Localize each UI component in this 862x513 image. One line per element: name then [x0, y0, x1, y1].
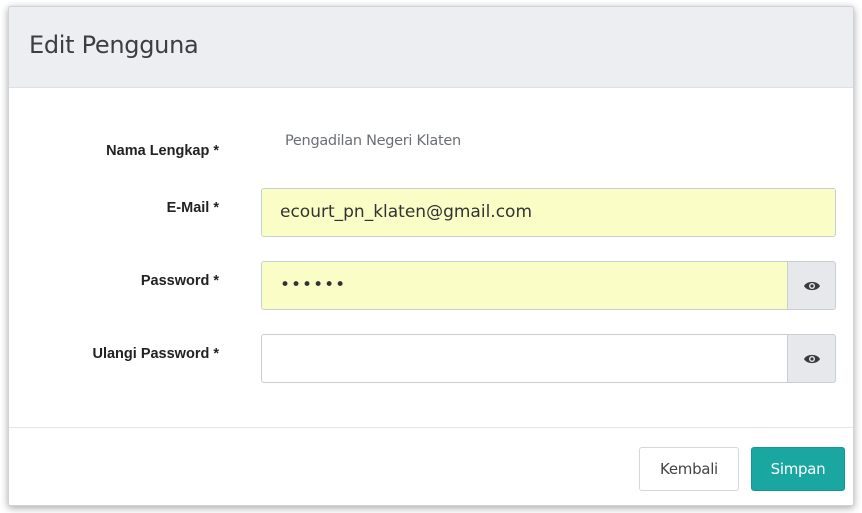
simpan-button[interactable]: Simpan — [751, 447, 845, 491]
edit-user-modal: Edit Pengguna Nama Lengkap * Pengadilan … — [8, 6, 854, 506]
email-field[interactable]: ecourt_pn_klaten@gmail.com — [261, 188, 836, 237]
modal-title: Edit Pengguna — [29, 31, 199, 59]
ulangi-password-field[interactable] — [261, 334, 788, 383]
nama-lengkap-label: Nama Lengkap * — [106, 143, 219, 159]
ulangi-password-toggle-button[interactable] — [788, 334, 836, 383]
kembali-button[interactable]: Kembali — [639, 447, 739, 491]
nama-lengkap-value: Pengadilan Negeri Klaten — [285, 133, 461, 149]
password-toggle-button[interactable] — [788, 261, 836, 310]
eye-icon — [803, 281, 820, 290]
eye-icon — [803, 354, 820, 363]
modal-header: Edit Pengguna — [9, 7, 853, 88]
footer-divider — [9, 427, 853, 428]
password-label: Password * — [140, 273, 219, 289]
ulangi-password-label: Ulangi Password * — [92, 346, 219, 362]
password-field[interactable]: •••••• — [261, 261, 788, 310]
email-label: E-Mail * — [166, 200, 219, 216]
